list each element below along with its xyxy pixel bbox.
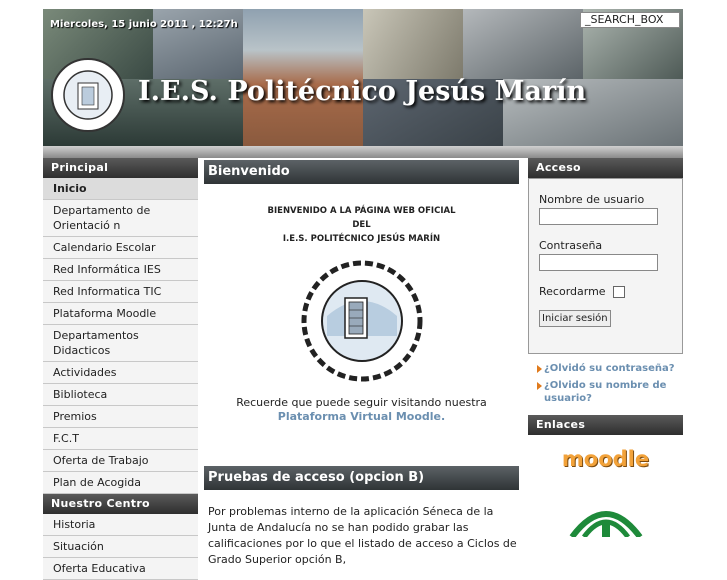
banner-photo-tile <box>363 9 463 79</box>
principal-item[interactable]: Actividades <box>43 362 198 384</box>
centro-item[interactable]: Historia <box>43 514 198 536</box>
moodle-reminder: Recuerde que puede seguir visitando nues… <box>204 396 519 424</box>
header-divider <box>43 146 683 158</box>
password-input[interactable] <box>539 254 658 271</box>
acceso-header: Acceso <box>528 158 683 178</box>
principal-item[interactable]: Plan de Acogida <box>43 472 198 494</box>
username-input[interactable] <box>539 208 658 225</box>
school-seal-icon <box>301 260 422 382</box>
welcome-message: BIENVENIDO A LA PÁGINA WEB OFICIAL DEL I… <box>204 204 519 246</box>
welcome-line: DEL <box>352 220 371 230</box>
principal-item[interactable]: Departamento de Orientació n <box>43 200 198 237</box>
moodle-logo: moodle <box>561 447 650 471</box>
search-input[interactable]: _SEARCH_BOX <box>580 12 680 28</box>
principal-item[interactable]: Inicio <box>43 178 198 200</box>
remember-label: Recordarme <box>539 285 606 298</box>
password-label: Contraseña <box>539 239 603 252</box>
username-label: Nombre de usuario <box>539 193 645 206</box>
main-content: Bienvenido BIENVENIDO A LA PÁGINA WEB OF… <box>204 158 519 566</box>
school-logo <box>204 256 519 390</box>
junta-andalucia-logo-icon <box>569 511 642 539</box>
welcome-line: BIENVENIDO A LA PÁGINA WEB OFICIAL <box>267 206 456 216</box>
right-sidebar: Acceso Nombre de usuario Contraseña Reco… <box>528 158 683 545</box>
section-title-bienvenido: Bienvenido <box>204 160 519 184</box>
principal-item[interactable]: Plataforma Moodle <box>43 303 198 325</box>
remember-checkbox[interactable] <box>613 286 626 298</box>
centro-item[interactable]: Oferta Educativa <box>43 558 198 580</box>
principal-item[interactable]: Calendario Escolar <box>43 237 198 259</box>
school-seal-icon <box>51 58 125 132</box>
moodle-logo-link[interactable]: moodle <box>528 447 683 471</box>
enlaces-header: Enlaces <box>528 415 683 435</box>
left-sidebar: Principal Inicio Departamento de Orientac… <box>43 158 198 580</box>
principal-menu: Inicio Departamento de Orientació n Calend… <box>43 178 198 494</box>
principal-item[interactable]: Red Informatica TIC <box>43 281 198 303</box>
principal-item[interactable]: F.C.T <box>43 428 198 450</box>
principal-item[interactable]: Oferta de Trabajo <box>43 450 198 472</box>
moodle-platform-link[interactable]: Plataforma Virtual Moodle. <box>278 410 445 423</box>
remember-row: Recordarme <box>539 285 672 298</box>
menu-header-nuestro-centro: Nuestro Centro <box>43 494 198 514</box>
banner-photo-tile <box>463 9 583 79</box>
forgot-password-link[interactable]: ¿Olvidó su contraseña? <box>528 362 683 375</box>
pruebas-text: Por problemas interno de la aplicación S… <box>208 505 517 566</box>
current-date: Miercoles, 15 junio 2011 , 12:27h <box>50 19 238 30</box>
menu-header-principal: Principal <box>43 158 198 178</box>
centro-item[interactable]: Situación <box>43 536 198 558</box>
site-title: I.E.S. Politécnico Jesús Marín <box>138 76 587 107</box>
reminder-text: Recuerde que puede seguir visitando nues… <box>236 396 487 409</box>
nuestro-centro-menu: Historia Situación Oferta Educativa <box>43 514 198 580</box>
principal-item[interactable]: Departamentos Didacticos <box>43 325 198 362</box>
junta-andalucia-logo-link[interactable] <box>528 497 683 541</box>
principal-item[interactable]: Premios <box>43 406 198 428</box>
section-title-pruebas: Pruebas de acceso (opcion B) <box>204 466 519 490</box>
welcome-line: I.E.S. POLITÉCNICO JESÚS MARÍN <box>282 234 441 244</box>
forgot-username-link[interactable]: ¿Olvido su nombre de usuario? <box>528 379 683 405</box>
login-button[interactable]: Iniciar sesión <box>539 310 611 327</box>
principal-item[interactable]: Biblioteca <box>43 384 198 406</box>
login-form: Nombre de usuario Contraseña Recordarme … <box>528 178 683 354</box>
principal-item[interactable]: Red Informática IES <box>43 259 198 281</box>
